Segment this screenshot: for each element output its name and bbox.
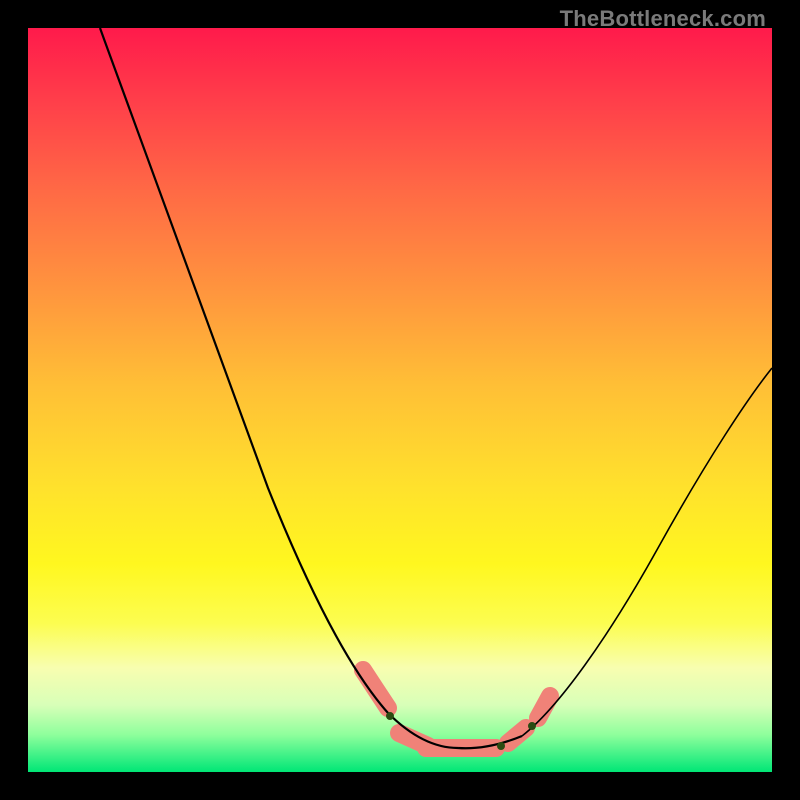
chart-frame bbox=[28, 28, 772, 772]
salmon-seg-1 bbox=[363, 670, 388, 708]
dot-3 bbox=[529, 723, 536, 730]
right-curve bbox=[522, 368, 772, 736]
left-curve bbox=[100, 28, 458, 748]
dot-1 bbox=[387, 713, 394, 720]
dot-2 bbox=[498, 743, 505, 750]
curve-layer bbox=[28, 28, 772, 772]
